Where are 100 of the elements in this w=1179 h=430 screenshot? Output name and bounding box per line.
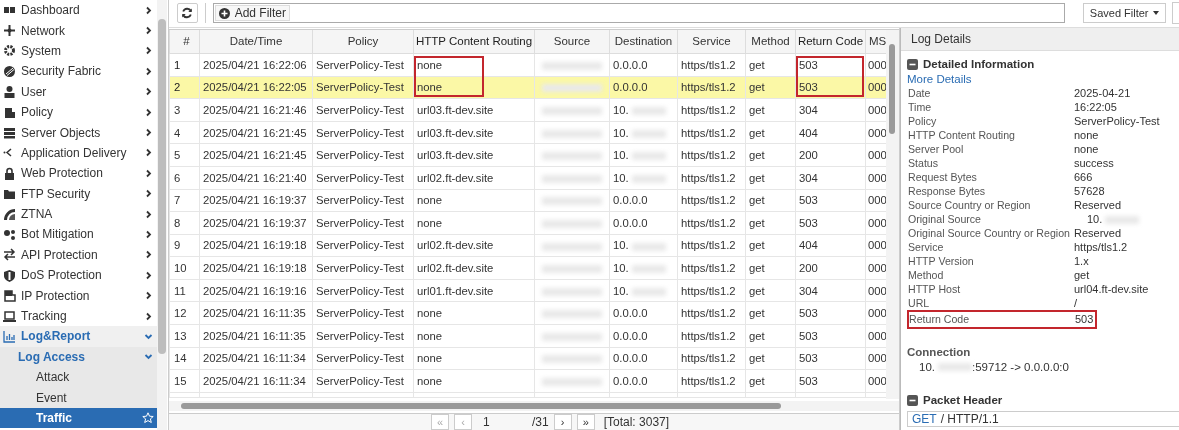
- collapse-icon[interactable]: [907, 58, 918, 70]
- table-cell: ServerPolicy-Test: [312, 347, 414, 370]
- table-cell: 6: [169, 166, 200, 189]
- field-label: Method: [908, 268, 945, 282]
- document-icon: [3, 105, 16, 119]
- sidebar-item[interactable]: Log Access: [0, 346, 157, 368]
- sidebar-item[interactable]: IP Protection: [0, 285, 157, 306]
- field-label: Original Source: [908, 212, 982, 226]
- table-cell: ServerPolicy-Test: [312, 324, 414, 348]
- field-value: Reserved: [1074, 199, 1122, 211]
- connection-text: 10.: [919, 361, 935, 373]
- more-details-link[interactable]: More Details: [907, 73, 1179, 86]
- field-label: Original Source Country or Region: [908, 226, 1071, 240]
- server-icon: [3, 126, 16, 140]
- table-cell: get: [745, 98, 796, 122]
- table-cell: get: [745, 369, 796, 393]
- add-filter-button[interactable]: Add Filter: [214, 5, 290, 22]
- sidebar-item[interactable]: Tracking: [0, 305, 157, 327]
- table-cell: 503: [795, 347, 866, 370]
- sidebar-item[interactable]: Bot Mitigation: [0, 224, 157, 245]
- sidebar-item[interactable]: FTP Security: [0, 183, 157, 204]
- field-value: 666: [1074, 171, 1093, 183]
- table-cell: 10.: [613, 262, 629, 275]
- table-cell: 200: [795, 143, 866, 167]
- signal-icon: [3, 207, 16, 221]
- column-header[interactable]: #: [169, 29, 200, 54]
- table-cell: get: [745, 324, 796, 348]
- table-cell: url03.ft-dev.site: [413, 121, 535, 144]
- connection-text: :59712 -> 0.0.0.0:0: [972, 361, 1069, 373]
- sidebar-item[interactable]: Network: [0, 20, 157, 41]
- table-cell: 4: [169, 121, 200, 144]
- filter-field[interactable]: Add Filter: [212, 3, 1065, 24]
- field-label: Source Country or Region: [908, 198, 1032, 212]
- field-value: https/tls1.2: [1074, 241, 1128, 253]
- sidebar-item[interactable]: Server Objects: [0, 122, 157, 143]
- column-header[interactable]: Policy: [312, 29, 414, 54]
- sidebar-item[interactable]: DoS Protection: [0, 265, 157, 286]
- field-value: 10.: [1087, 213, 1103, 225]
- table-cell: 304: [795, 98, 866, 122]
- table-cell: 0.0.0.0: [613, 352, 648, 365]
- page-field[interactable]: 1: [477, 415, 527, 429]
- table-cell: url02.ft-dev.site: [413, 166, 535, 189]
- sidebar-item[interactable]: User: [0, 81, 157, 102]
- field-value: ServerPolicy-Test: [1074, 115, 1160, 127]
- star-icon[interactable]: [142, 412, 154, 424]
- table-cell: 2025/04/21 16:19:18: [199, 256, 313, 280]
- sidebar-item[interactable]: Event: [0, 387, 157, 408]
- http-method: GET: [912, 412, 937, 426]
- column-header[interactable]: HTTP Content Routing: [413, 29, 535, 54]
- horizontal-scrollbar[interactable]: [169, 401, 899, 411]
- column-header[interactable]: MS: [865, 29, 886, 54]
- collapse-icon[interactable]: [907, 394, 918, 406]
- field-label: Date: [908, 86, 932, 100]
- table-cell: get: [745, 279, 796, 302]
- table-cell: 12: [169, 301, 200, 325]
- column-header[interactable]: Date/Time: [199, 29, 313, 54]
- sidebar-item[interactable]: Web Protection: [0, 163, 157, 184]
- table-cell: https/tls1.2: [677, 53, 746, 77]
- document-icon: [3, 289, 16, 303]
- table-cell: ServerPolicy-Test: [312, 369, 414, 393]
- sidebar-item[interactable]: Traffic: [0, 407, 157, 429]
- page-count: /31: [532, 415, 549, 429]
- saved-filter-button[interactable]: Saved Filter: [1082, 3, 1166, 24]
- table-cell: 200: [795, 256, 866, 280]
- sidebar-item[interactable]: System: [0, 40, 157, 62]
- sidebar-scrollbar[interactable]: [157, 0, 167, 430]
- table-cell: https/tls1.2: [677, 347, 746, 370]
- table-cell: get: [745, 234, 796, 257]
- table-scrollbar[interactable]: [886, 29, 899, 400]
- table-cell: 2025/04/21 16:11:34: [199, 369, 313, 393]
- table-cell: 2025/04/21 16:21:45: [199, 143, 313, 167]
- sidebar-item[interactable]: Security Fabric: [0, 61, 157, 82]
- sidebar-item[interactable]: Policy: [0, 101, 157, 123]
- sidebar-item[interactable]: ZTNA: [0, 203, 157, 225]
- sidebar-item[interactable]: Log&Report: [0, 326, 157, 347]
- column-header[interactable]: Service: [677, 29, 746, 54]
- column-header[interactable]: Destination: [609, 29, 678, 54]
- field-value: /: [1074, 297, 1078, 309]
- table-cell: ServerPolicy-Test: [312, 121, 414, 144]
- table-cell: 10.: [613, 284, 629, 297]
- sidebar-item[interactable]: Application Delivery: [0, 142, 157, 164]
- table-cell: 304: [795, 166, 866, 189]
- sidebar-item[interactable]: Attack: [0, 367, 157, 388]
- sidebar-item[interactable]: API Protection: [0, 244, 157, 266]
- field-label: Return Code: [909, 312, 971, 327]
- column-header[interactable]: Method: [745, 29, 796, 54]
- last-page-button[interactable]: »: [576, 414, 595, 430]
- column-header[interactable]: Return Code: [795, 29, 866, 54]
- refresh-button[interactable]: [177, 3, 198, 24]
- field-value: 503: [1075, 313, 1094, 325]
- table-cell: https/tls1.2: [677, 166, 746, 189]
- sidebar-item[interactable]: Dashboard: [0, 0, 157, 21]
- column-header[interactable]: Source: [534, 29, 610, 54]
- table-cell: get: [745, 121, 796, 144]
- field-value: url04.ft-dev.site: [1074, 283, 1149, 295]
- table-cell: none: [413, 189, 535, 212]
- table-cell: get: [745, 256, 796, 280]
- next-page-button[interactable]: ›: [553, 414, 572, 430]
- field-label: Policy: [908, 114, 938, 128]
- table-cell: 2025/04/21 16:11:34: [199, 347, 313, 370]
